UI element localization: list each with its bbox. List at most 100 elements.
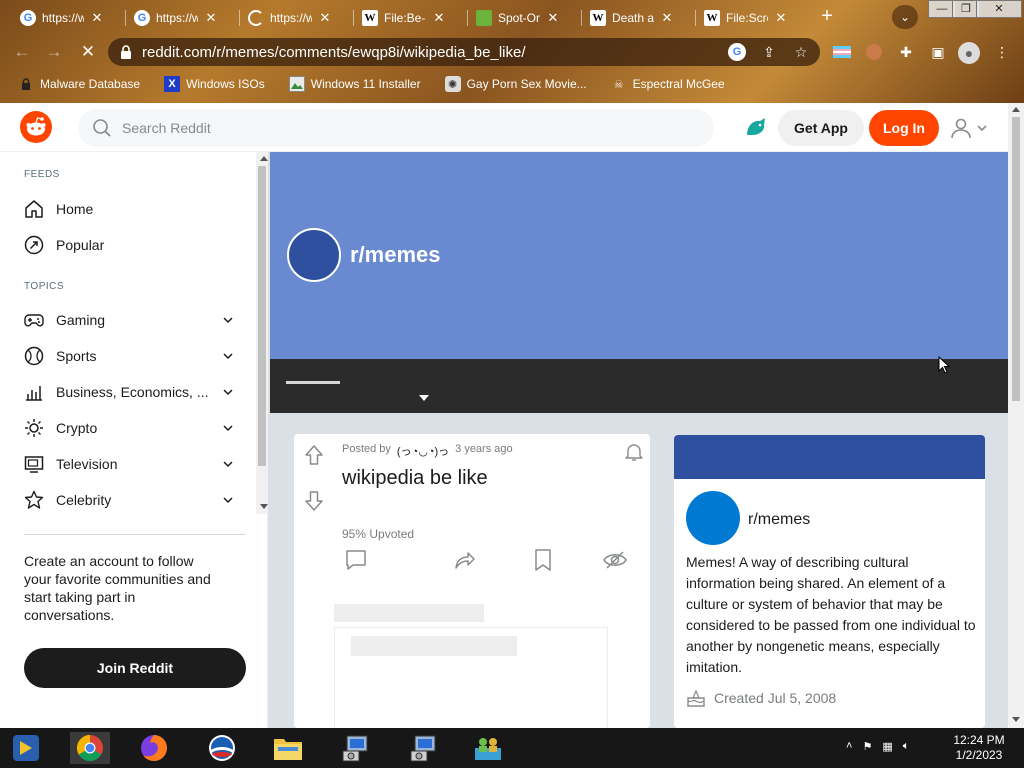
nav-item-business[interactable]: Business, Economics, ... bbox=[24, 378, 234, 406]
cake-icon bbox=[687, 689, 705, 707]
nav-item-gaming[interactable]: Gaming bbox=[24, 306, 234, 334]
scrollbar-thumb[interactable] bbox=[1012, 117, 1020, 401]
side-panel-icon[interactable]: ▣ bbox=[928, 42, 948, 62]
post-age: 3 years ago bbox=[455, 443, 513, 455]
nav-item-sports[interactable]: Sports bbox=[24, 342, 234, 370]
bookmark-item[interactable]: ✺ Gay Porn Sex Movie... bbox=[444, 76, 587, 92]
bookmark-item[interactable]: X Windows ISOs bbox=[164, 76, 265, 92]
user-menu-button[interactable] bbox=[950, 117, 988, 139]
nav-item-home[interactable]: Home bbox=[24, 195, 234, 223]
scroll-up-arrow-icon[interactable] bbox=[260, 156, 268, 161]
log-in-button[interactable]: Log In bbox=[869, 110, 939, 146]
installer-taskbar-icon[interactable] bbox=[340, 732, 372, 764]
browser-tab[interactable]: W Death an ✕ bbox=[580, 5, 696, 31]
share-icon[interactable]: ⇪ bbox=[760, 43, 778, 61]
bookmark-star-icon[interactable]: ☆ bbox=[792, 43, 810, 61]
address-bar[interactable]: reddit.com/r/memes/comments/ewqp8i/wikip… bbox=[108, 38, 820, 66]
nav-item-crypto[interactable]: Crypto bbox=[24, 414, 234, 442]
network-icon[interactable]: ▦ bbox=[882, 740, 892, 753]
nav-scrollbar[interactable] bbox=[256, 152, 268, 514]
show-hidden-icons-icon[interactable]: ˄ bbox=[846, 740, 852, 753]
new-tab-button[interactable]: + bbox=[815, 5, 839, 29]
upvote-icon[interactable] bbox=[304, 444, 324, 466]
close-window-button[interactable]: ✕ bbox=[976, 0, 1022, 18]
get-app-button[interactable]: Get App bbox=[778, 110, 864, 146]
browser-menu-icon[interactable]: ⋮ bbox=[992, 42, 1012, 62]
file-explorer-taskbar-icon[interactable] bbox=[272, 732, 304, 764]
nav-item-label: Crypto bbox=[56, 420, 98, 436]
nav-item-television[interactable]: Television bbox=[24, 450, 234, 478]
scroll-down-arrow-icon[interactable] bbox=[260, 504, 268, 509]
flag-icon[interactable]: ⚑ bbox=[862, 740, 872, 753]
profile-avatar-icon[interactable]: ● bbox=[958, 42, 980, 64]
join-reddit-button[interactable]: Join Reddit bbox=[24, 648, 246, 688]
left-navigation: FEEDS Home Popular TOPICS Gaming Sports … bbox=[0, 152, 268, 728]
chevron-down-icon bbox=[223, 353, 233, 360]
search-placeholder: Search Reddit bbox=[122, 120, 211, 136]
advertise-icon[interactable] bbox=[744, 115, 768, 139]
caret-down-icon[interactable] bbox=[419, 395, 429, 401]
profile-extension-icon[interactable] bbox=[864, 42, 884, 62]
post-author[interactable]: (っ◔◡◔)っ bbox=[397, 443, 449, 459]
ball-icon bbox=[24, 346, 44, 366]
bookmark-item[interactable]: Malware Database bbox=[18, 76, 140, 92]
close-icon[interactable]: ✕ bbox=[432, 10, 446, 26]
nav-item-celebrity[interactable]: Celebrity bbox=[24, 486, 234, 514]
close-icon[interactable]: ✕ bbox=[774, 10, 788, 26]
close-icon[interactable]: ✕ bbox=[546, 10, 560, 26]
bookmark-item[interactable]: ☠ Espectral McGee bbox=[611, 76, 725, 92]
google-lens-icon[interactable]: G bbox=[728, 43, 746, 61]
community-avatar[interactable] bbox=[686, 491, 740, 545]
community-name[interactable]: r/memes bbox=[748, 511, 810, 529]
forward-button[interactable]: → bbox=[42, 40, 66, 64]
tab-title: https://w bbox=[270, 11, 312, 25]
browser-tab[interactable]: W File:Scre ✕ bbox=[694, 5, 806, 31]
start-button[interactable] bbox=[10, 732, 42, 764]
nav-item-label: Sports bbox=[56, 348, 97, 364]
firefox-taskbar-icon[interactable] bbox=[138, 732, 170, 764]
share-icon[interactable] bbox=[452, 548, 476, 572]
browser-tab[interactable]: W File:Be-li ✕ bbox=[352, 5, 468, 31]
installer-taskbar-icon[interactable] bbox=[408, 732, 440, 764]
browser-tab[interactable]: https://w ✕ bbox=[238, 5, 354, 31]
downvote-icon[interactable] bbox=[304, 490, 324, 512]
tab-title: https://w bbox=[42, 11, 84, 25]
browser-tab[interactable]: G https://w ✕ bbox=[124, 5, 240, 31]
nav-item-label: Popular bbox=[56, 237, 105, 253]
community-created: Created Jul 5, 2008 bbox=[686, 689, 836, 707]
scroll-down-arrow-icon[interactable] bbox=[1012, 717, 1020, 722]
page-scrollbar[interactable] bbox=[1008, 103, 1024, 728]
back-button[interactable]: ← bbox=[10, 40, 34, 64]
nav-item-popular[interactable]: Popular bbox=[24, 231, 234, 259]
network-users-taskbar-icon[interactable] bbox=[472, 732, 504, 764]
volume-icon[interactable]: 🔈︎ bbox=[903, 740, 910, 753]
reddit-logo-icon[interactable] bbox=[20, 111, 52, 143]
bookmark-label: Espectral McGee bbox=[632, 77, 725, 91]
hide-icon[interactable] bbox=[603, 548, 627, 572]
scrollbar-thumb[interactable] bbox=[258, 166, 266, 466]
tab-search-button[interactable]: ⌄ bbox=[892, 5, 918, 29]
close-icon[interactable]: ✕ bbox=[204, 10, 218, 26]
bookmark-item[interactable]: Windows 11 Installer bbox=[288, 76, 421, 92]
clock-time: 12:24 PM bbox=[953, 733, 1005, 747]
campaign-logo-taskbar-icon[interactable] bbox=[206, 732, 238, 764]
close-icon[interactable]: ✕ bbox=[318, 10, 332, 26]
flag-extension-icon[interactable] bbox=[832, 42, 852, 62]
search-input[interactable]: Search Reddit bbox=[78, 109, 714, 147]
close-icon[interactable]: ✕ bbox=[90, 10, 104, 26]
comment-icon[interactable] bbox=[344, 548, 368, 572]
scroll-up-arrow-icon[interactable] bbox=[1012, 107, 1020, 112]
subreddit-avatar[interactable] bbox=[287, 228, 341, 282]
subreddit-title[interactable]: r/memes bbox=[350, 242, 441, 268]
chrome-taskbar-icon[interactable] bbox=[70, 732, 110, 764]
browser-tab[interactable]: G https://w ✕ bbox=[10, 5, 126, 31]
nav-item-label: Business, Economics, ... bbox=[56, 384, 209, 400]
taskbar-clock[interactable]: 12:24 PM 1/2/2023 bbox=[944, 733, 1014, 763]
browser-tab[interactable]: Spot-On ✕ bbox=[466, 5, 582, 31]
close-icon[interactable]: ✕ bbox=[660, 10, 674, 26]
stop-loading-button[interactable]: ✕ bbox=[76, 40, 100, 64]
loading-placeholder bbox=[351, 636, 517, 656]
save-icon[interactable] bbox=[531, 548, 555, 572]
bell-icon[interactable] bbox=[624, 442, 644, 462]
extensions-puzzle-icon[interactable]: ✚ bbox=[896, 42, 916, 62]
